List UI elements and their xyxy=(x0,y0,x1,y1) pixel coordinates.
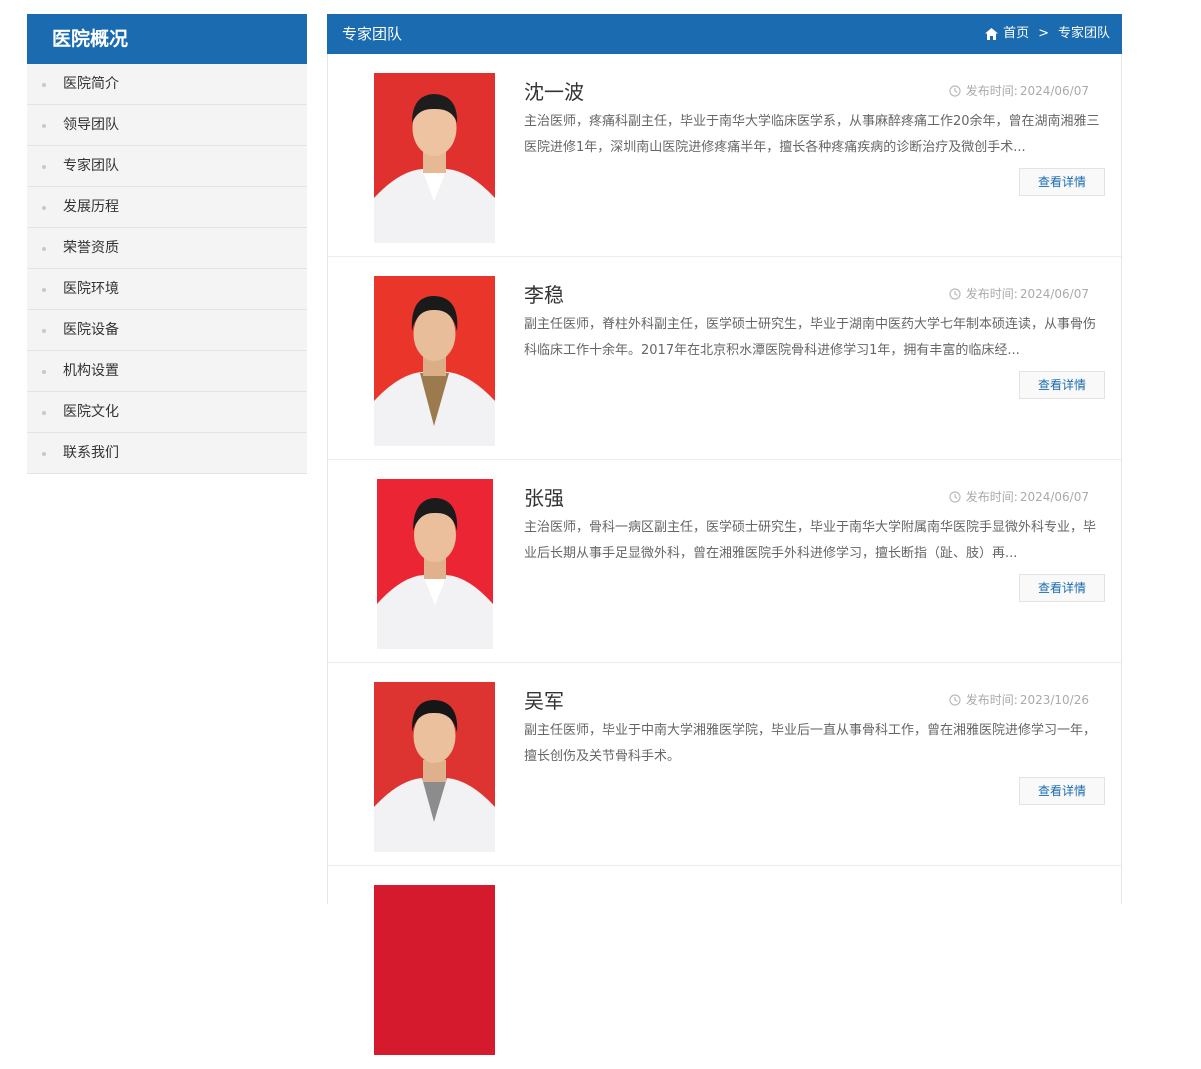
expert-photo[interactable] xyxy=(374,682,495,852)
expert-card: 李稳 发布时间: 2024/06/07 副主任医师，脊柱外科副主任，医学硕士研究… xyxy=(328,257,1121,460)
sidebar-item-intro[interactable]: 医院简介 xyxy=(27,64,307,105)
sidebar-item-label: 专家团队 xyxy=(63,158,119,174)
bullet-icon xyxy=(42,452,46,456)
expert-name: 李稳 xyxy=(524,283,564,307)
sidebar-item-label: 医院设备 xyxy=(63,322,119,338)
view-details-button[interactable]: 查看详情 xyxy=(1019,371,1105,399)
expert-name: 沈一波 xyxy=(524,80,584,104)
sidebar-item-label: 医院简介 xyxy=(63,76,119,92)
sidebar-item-leadership[interactable]: 领导团队 xyxy=(27,105,307,146)
sidebar-item-history[interactable]: 发展历程 xyxy=(27,187,307,228)
publish-date-label: 发布时间: xyxy=(965,490,1018,504)
home-icon xyxy=(985,28,999,40)
sidebar-item-environment[interactable]: 医院环境 xyxy=(27,269,307,310)
view-details-button[interactable]: 查看详情 xyxy=(1019,777,1105,805)
breadcrumb: 首页 > 专家团队 xyxy=(985,14,1110,54)
publish-date-value: 2024/06/07 xyxy=(1019,83,1089,98)
bullet-icon xyxy=(42,370,46,374)
sidebar-item-equipment[interactable]: 医院设备 xyxy=(27,310,307,351)
publish-date: 发布时间: 2024/06/07 xyxy=(949,285,1089,302)
section-title: 专家团队 xyxy=(342,25,403,43)
clock-icon xyxy=(949,84,961,97)
breadcrumb-home-link[interactable]: 首页 xyxy=(1003,14,1029,54)
main-content: 专家团队 首页 > 专家团队 沈一波 发布时间: 2024/06/07 主治医师 xyxy=(327,14,1122,1055)
view-details-button[interactable]: 查看详情 xyxy=(1019,574,1105,602)
bullet-icon xyxy=(42,247,46,251)
sidebar-item-experts[interactable]: 专家团队 xyxy=(27,146,307,187)
publish-date-label: 发布时间: xyxy=(965,84,1018,98)
view-details-button[interactable]: 查看详情 xyxy=(1019,168,1105,196)
sidebar-item-culture[interactable]: 医院文化 xyxy=(27,392,307,433)
publish-date-label: 发布时间: xyxy=(965,693,1018,707)
sidebar-title: 医院概况 xyxy=(27,14,307,64)
breadcrumb-current-link[interactable]: 专家团队 xyxy=(1058,14,1110,54)
breadcrumb-separator: > xyxy=(1038,26,1049,41)
bullet-icon xyxy=(42,206,46,210)
sidebar-item-label: 医院环境 xyxy=(63,281,119,297)
expert-description: 主治医师，疼痛科副主任，毕业于南华大学临床医学系，从事麻醉疼痛工作20余年，曾在… xyxy=(524,114,1100,155)
sidebar: 医院概况 医院简介 领导团队 专家团队 发展历程 荣誉资质 医院环境 医院设备 … xyxy=(27,14,307,474)
sidebar-item-label: 医院文化 xyxy=(63,404,119,420)
expert-description: 副主任医师，脊柱外科副主任，医学硕士研究生，毕业于湖南中医药大学七年制本硕连读，… xyxy=(524,317,1097,358)
sidebar-menu: 医院简介 领导团队 专家团队 发展历程 荣誉资质 医院环境 医院设备 机构设置 … xyxy=(27,64,307,474)
publish-date: 发布时间: 2024/06/07 xyxy=(949,488,1089,505)
expert-card: 吴军 发布时间: 2023/10/26 副主任医师，毕业于中南大学湘雅医学院，毕… xyxy=(328,663,1121,866)
publish-date: 发布时间: 2023/10/26 xyxy=(949,691,1089,708)
publish-date-label: 发布时间: xyxy=(965,287,1018,301)
expert-photo[interactable] xyxy=(374,885,495,1055)
bullet-icon xyxy=(42,288,46,292)
clock-icon xyxy=(949,490,961,503)
expert-card xyxy=(328,866,1121,1069)
expert-description: 副主任医师，毕业于中南大学湘雅医学院，毕业后一直从事骨科工作，曾在湘雅医院进修学… xyxy=(524,723,1097,764)
publish-date: 发布时间: 2024/06/07 xyxy=(949,82,1089,99)
publish-date-value: 2023/10/26 xyxy=(1019,692,1089,707)
sidebar-item-label: 荣誉资质 xyxy=(63,240,119,256)
expert-photo[interactable] xyxy=(374,276,495,446)
expert-photo[interactable] xyxy=(374,73,495,243)
expert-name: 吴军 xyxy=(524,689,564,713)
expert-description: 主治医师，骨科一病区副主任，医学硕士研究生，毕业于南华大学附属南华医院手显微外科… xyxy=(524,520,1097,561)
section-header: 专家团队 首页 > 专家团队 xyxy=(327,14,1122,54)
bullet-icon xyxy=(42,165,46,169)
sidebar-item-departments[interactable]: 机构设置 xyxy=(27,351,307,392)
clock-icon xyxy=(949,693,961,706)
publish-date-value: 2024/06/07 xyxy=(1019,489,1089,504)
sidebar-item-label: 发展历程 xyxy=(63,199,119,215)
sidebar-item-honors[interactable]: 荣誉资质 xyxy=(27,228,307,269)
sidebar-item-label: 领导团队 xyxy=(63,117,119,133)
bullet-icon xyxy=(42,329,46,333)
publish-date-value: 2024/06/07 xyxy=(1019,286,1089,301)
sidebar-item-contact[interactable]: 联系我们 xyxy=(27,433,307,474)
expert-card: 张强 发布时间: 2024/06/07 主治医师，骨科一病区副主任，医学硕士研究… xyxy=(328,460,1121,663)
expert-card: 沈一波 发布时间: 2024/06/07 主治医师，疼痛科副主任，毕业于南华大学… xyxy=(328,54,1121,257)
bullet-icon xyxy=(42,411,46,415)
sidebar-item-label: 机构设置 xyxy=(63,363,119,379)
sidebar-item-label: 联系我们 xyxy=(63,445,119,461)
clock-icon xyxy=(949,287,961,300)
expert-name: 张强 xyxy=(524,486,564,510)
expert-photo[interactable] xyxy=(377,479,493,649)
bullet-icon xyxy=(42,124,46,128)
bullet-icon xyxy=(42,83,46,87)
